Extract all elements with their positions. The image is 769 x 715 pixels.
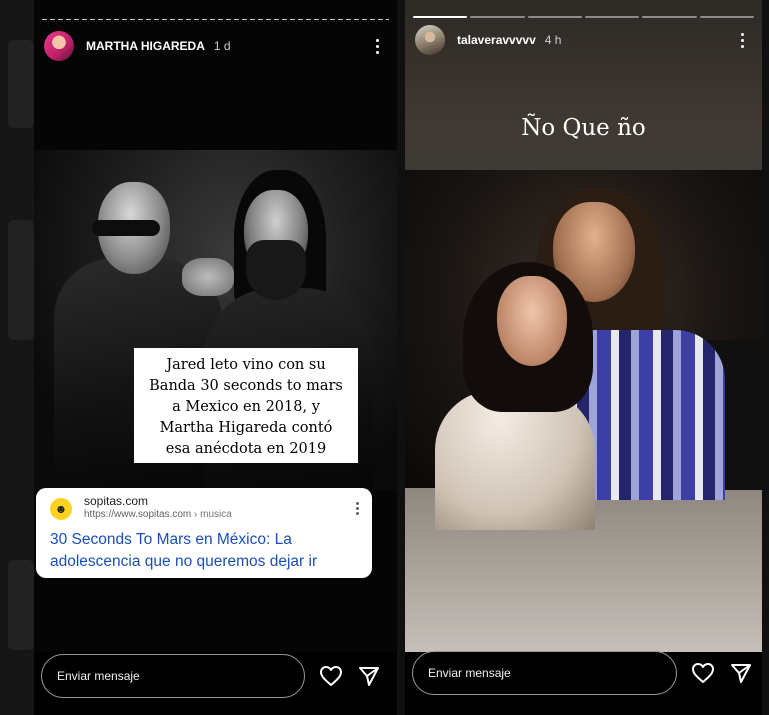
progress-segment bbox=[413, 16, 468, 18]
send-icon[interactable] bbox=[356, 663, 382, 689]
story-photo bbox=[405, 170, 762, 530]
heart-icon[interactable] bbox=[690, 660, 716, 686]
person-beard bbox=[246, 240, 306, 300]
send-icon[interactable] bbox=[728, 660, 754, 686]
sunglasses bbox=[92, 220, 160, 236]
story-footer bbox=[34, 652, 397, 715]
link-url: https://www.sopitas.com › musica bbox=[84, 509, 232, 520]
story-text-overlay: Ño Que ño bbox=[521, 115, 646, 141]
background-edge bbox=[762, 0, 769, 715]
heart-icon[interactable] bbox=[318, 663, 344, 689]
caption-line: Banda 30 seconds to mars bbox=[149, 378, 343, 394]
story-header: talaveravvvvv 4 h bbox=[415, 24, 752, 56]
caption-line: esa anécdota en 2019 bbox=[165, 441, 327, 457]
story-header: MARTHA HIGAREDA 1 d bbox=[44, 30, 387, 62]
person-head bbox=[497, 276, 567, 366]
more-vertical-icon[interactable] bbox=[354, 502, 360, 516]
link-url-path: › musica bbox=[191, 509, 232, 520]
background-feed-left bbox=[0, 0, 34, 715]
story-progress-bar bbox=[42, 19, 389, 20]
more-vertical-icon[interactable] bbox=[732, 29, 752, 51]
story-progress-bar bbox=[413, 16, 754, 18]
link-title[interactable]: 30 Seconds To Mars en México: La adolesc… bbox=[50, 529, 370, 573]
story-time: 1 d bbox=[213, 39, 231, 53]
message-input[interactable] bbox=[412, 651, 677, 695]
progress-segment bbox=[642, 16, 697, 18]
background-card bbox=[8, 560, 34, 650]
story-talavera[interactable]: talaveravvvvv 4 h Ño Que ño bbox=[405, 0, 762, 715]
avatar[interactable] bbox=[415, 25, 445, 55]
progress-segment bbox=[584, 16, 640, 18]
story-martha[interactable]: MARTHA HIGAREDA 1 d Jared leto vino con … bbox=[34, 0, 397, 715]
username[interactable]: MARTHA HIGAREDA bbox=[86, 39, 205, 53]
link-card[interactable]: ☻ sopitas.com https://www.sopitas.com › … bbox=[36, 488, 372, 578]
person-hand bbox=[182, 258, 234, 296]
background-card bbox=[8, 220, 34, 340]
background-card bbox=[8, 40, 34, 128]
link-url-domain: https://www.sopitas.com bbox=[84, 509, 192, 520]
progress-segment bbox=[527, 16, 582, 18]
progress-segment bbox=[470, 16, 525, 18]
message-input[interactable] bbox=[41, 654, 305, 698]
background-divider bbox=[397, 0, 405, 715]
progress-segment bbox=[699, 16, 754, 18]
link-site-name: sopitas.com bbox=[84, 494, 149, 508]
caption-line: a Mexico en 2018, y bbox=[172, 399, 320, 415]
sopitas-logo-icon: ☻ bbox=[50, 498, 72, 520]
caption-line: Martha Higareda contó bbox=[159, 420, 333, 436]
caption-line: Jared leto vino con su bbox=[166, 357, 326, 373]
story-time: 4 h bbox=[544, 33, 562, 47]
story-footer bbox=[405, 651, 762, 715]
username[interactable]: talaveravvvvv bbox=[457, 33, 536, 47]
story-caption: Jared leto vino con su Banda 30 seconds … bbox=[134, 348, 358, 463]
more-vertical-icon[interactable] bbox=[367, 35, 387, 57]
avatar[interactable] bbox=[44, 31, 74, 61]
